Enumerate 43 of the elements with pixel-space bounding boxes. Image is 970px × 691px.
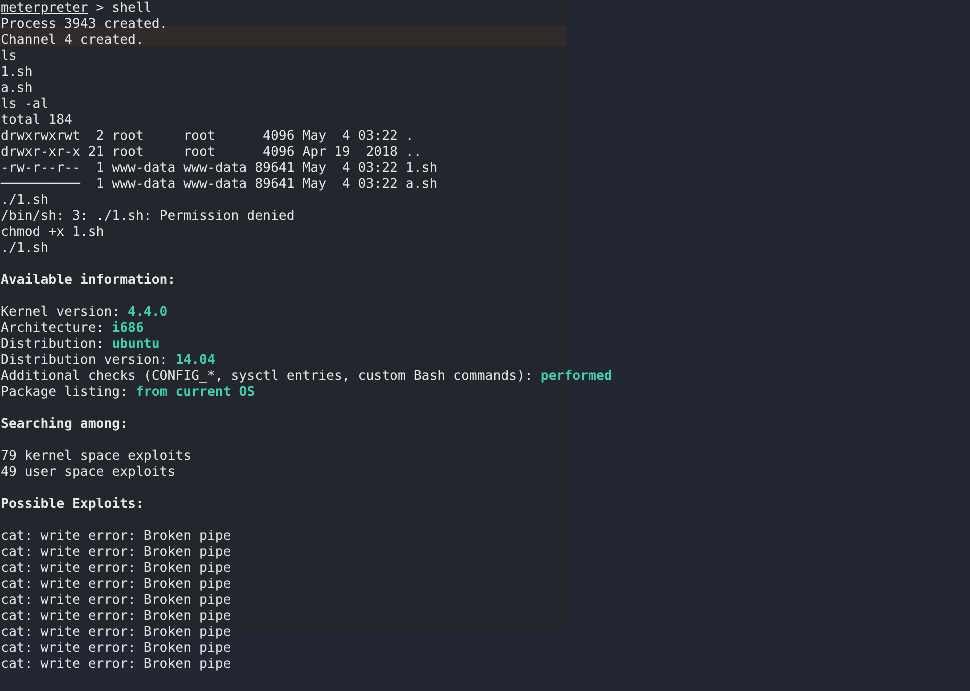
output-line: Channel 4 created. — [1, 33, 144, 49]
section-heading: Searching among: — [1, 417, 128, 433]
info-value: from current OS — [136, 385, 256, 401]
output-line: cat: write error: Broken pipe — [1, 545, 232, 561]
info-value: i686 — [112, 321, 144, 337]
output-line: drwxrwxrwt 2 root root 4096 May 4 03:22 . — [1, 129, 414, 145]
output-line: cat: write error: Broken pipe — [1, 657, 232, 673]
output-line: ls — [1, 49, 17, 65]
output-line: cat: write error: Broken pipe — [1, 625, 232, 641]
output-line: drwxr-xr-x 21 root root 4096 Apr 19 2018 .. — [1, 145, 422, 161]
info-label: Additional checks (CONFIG_*, sysctl entries, custom Bash commands): — [1, 369, 533, 385]
output-line: cat: write error: Broken pipe — [1, 561, 232, 577]
output-line: ./1.sh — [1, 193, 49, 209]
output-line: cat: write error: Broken pipe — [1, 609, 232, 625]
output-line: total 184 — [1, 113, 72, 129]
info-label: Distribution: — [1, 337, 104, 353]
info-value: ubuntu — [112, 337, 160, 353]
section-heading: Available information: — [1, 273, 176, 289]
info-value: 4.4.0 — [128, 305, 168, 321]
info-label: Kernel version: — [1, 305, 120, 321]
output-line: a.sh — [1, 81, 33, 97]
info-label: Architecture: — [1, 321, 104, 337]
info-value: 14.04 — [176, 353, 216, 369]
command-text: > shell — [96, 1, 152, 17]
output-line: chmod +x 1.sh — [1, 225, 104, 241]
output-line: 79 kernel space exploits — [1, 449, 192, 465]
output-line: /bin/sh: 3: ./1.sh: Permission denied — [1, 209, 295, 225]
output-line: Process 3943 created. — [1, 17, 168, 33]
output-line: -rw-r--r-- 1 www-data www-data 89641 May 4 03:22 1.sh — [1, 161, 438, 177]
output-line: 1.sh — [1, 65, 33, 81]
output-line: ./1.sh — [1, 241, 49, 257]
info-label: Distribution version: — [1, 353, 168, 369]
output-line: cat: write error: Broken pipe — [1, 577, 232, 593]
info-value: performed — [540, 369, 612, 385]
output-line: ls -al — [1, 97, 49, 113]
info-label: Package listing: — [1, 385, 128, 401]
prompt-label: meterpreter — [1, 1, 88, 17]
section-heading: Possible Exploits: — [1, 497, 144, 513]
output-line: cat: write error: Broken pipe — [1, 593, 232, 609]
output-line: 49 user space exploits — [1, 465, 176, 481]
output-line: cat: write error: Broken pipe — [1, 529, 232, 545]
output-line: ────────── 1 www-data www-data 89641 May 4 03:22 a.sh — [1, 177, 438, 193]
output-line: cat: write error: Broken pipe — [1, 641, 232, 657]
